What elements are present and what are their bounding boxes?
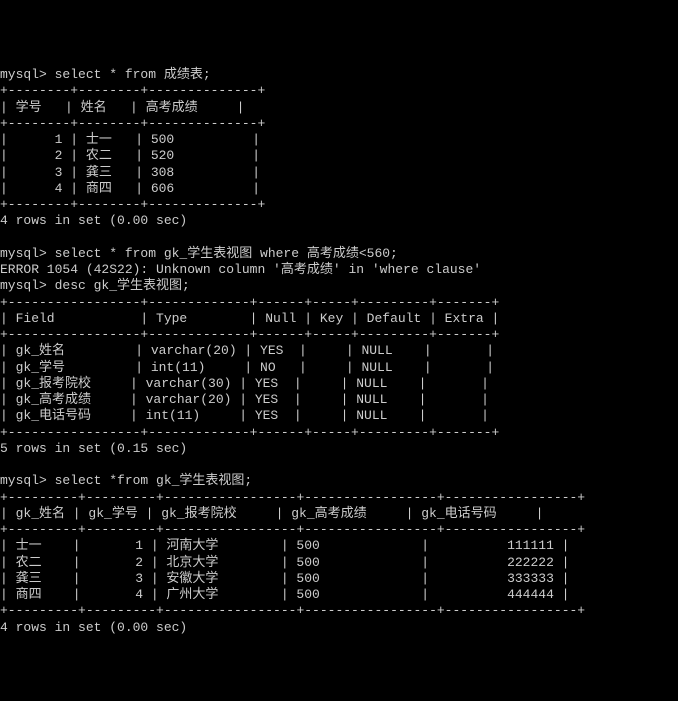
table-row: | 2 | 农二 | 520 |: [0, 148, 260, 163]
table-border: +---------+---------+-----------------+-…: [0, 522, 585, 537]
table-border: +-----------------+-------------+------+…: [0, 425, 499, 440]
table-row: | 1 | 士一 | 500 |: [0, 132, 260, 147]
terminal-output: mysql> select * from 成绩表; +--------+----…: [0, 51, 678, 636]
table-row: | 士一 | 1 | 河南大学 | 500 | 111111 |: [0, 538, 569, 553]
mysql-prompt: mysql>: [0, 67, 55, 82]
sql-query: desc gk_学生表视图;: [55, 278, 190, 293]
sql-query: select * from 成绩表;: [55, 67, 211, 82]
table-border: +-----------------+-------------+------+…: [0, 327, 499, 342]
prompt-line[interactable]: mysql> select * from 成绩表;: [0, 67, 211, 82]
table-row: | 龚三 | 3 | 安徽大学 | 500 | 333333 |: [0, 571, 569, 586]
table-header: | gk_姓名 | gk_学号 | gk_报考院校 | gk_高考成绩 | gk…: [0, 506, 543, 521]
error-message: ERROR 1054 (42S22): Unknown column '高考成绩…: [0, 262, 481, 277]
status-text: 5 rows in set (0.15 sec): [0, 441, 187, 456]
status-text: 4 rows in set (0.00 sec): [0, 213, 187, 228]
table-border: +--------+--------+--------------+: [0, 197, 265, 212]
sql-query: select *from gk_学生表视图;: [55, 473, 253, 488]
table-header: | Field | Type | Null | Key | Default | …: [0, 311, 499, 326]
table-row: | gk_报考院校 | varchar(30) | YES | | NULL |…: [0, 376, 489, 391]
table-border: +---------+---------+-----------------+-…: [0, 603, 585, 618]
table-border: +-----------------+-------------+------+…: [0, 295, 499, 310]
table-row: | gk_高考成绩 | varchar(20) | YES | | NULL |…: [0, 392, 489, 407]
mysql-prompt: mysql>: [0, 278, 55, 293]
mysql-prompt: mysql>: [0, 246, 55, 261]
table-row: | gk_学号 | int(11) | NO | | NULL | |: [0, 360, 494, 375]
table-row: | 农二 | 2 | 北京大学 | 500 | 222222 |: [0, 555, 569, 570]
mysql-prompt: mysql>: [0, 473, 55, 488]
blank-line: [0, 230, 8, 245]
status-text: 4 rows in set (0.00 sec): [0, 620, 187, 635]
table-row: | gk_电话号码 | int(11) | YES | | NULL | |: [0, 408, 489, 423]
table-header: | 学号 | 姓名 | 高考成绩 |: [0, 100, 244, 115]
table-row: | 商四 | 4 | 广州大学 | 500 | 444444 |: [0, 587, 569, 602]
table-border: +---------+---------+-----------------+-…: [0, 490, 585, 505]
prompt-line[interactable]: mysql> desc gk_学生表视图;: [0, 278, 190, 293]
prompt-line[interactable]: mysql> select * from gk_学生表视图 where 高考成绩…: [0, 246, 398, 261]
blank-line: [0, 457, 8, 472]
table-row: | 4 | 商四 | 606 |: [0, 181, 260, 196]
table-border: +--------+--------+--------------+: [0, 116, 265, 131]
sql-query: select * from gk_学生表视图 where 高考成绩<560;: [55, 246, 398, 261]
table-row: | 3 | 龚三 | 308 |: [0, 165, 260, 180]
table-row: | gk_姓名 | varchar(20) | YES | | NULL | |: [0, 343, 494, 358]
table-border: +--------+--------+--------------+: [0, 83, 265, 98]
prompt-line[interactable]: mysql> select *from gk_学生表视图;: [0, 473, 252, 488]
